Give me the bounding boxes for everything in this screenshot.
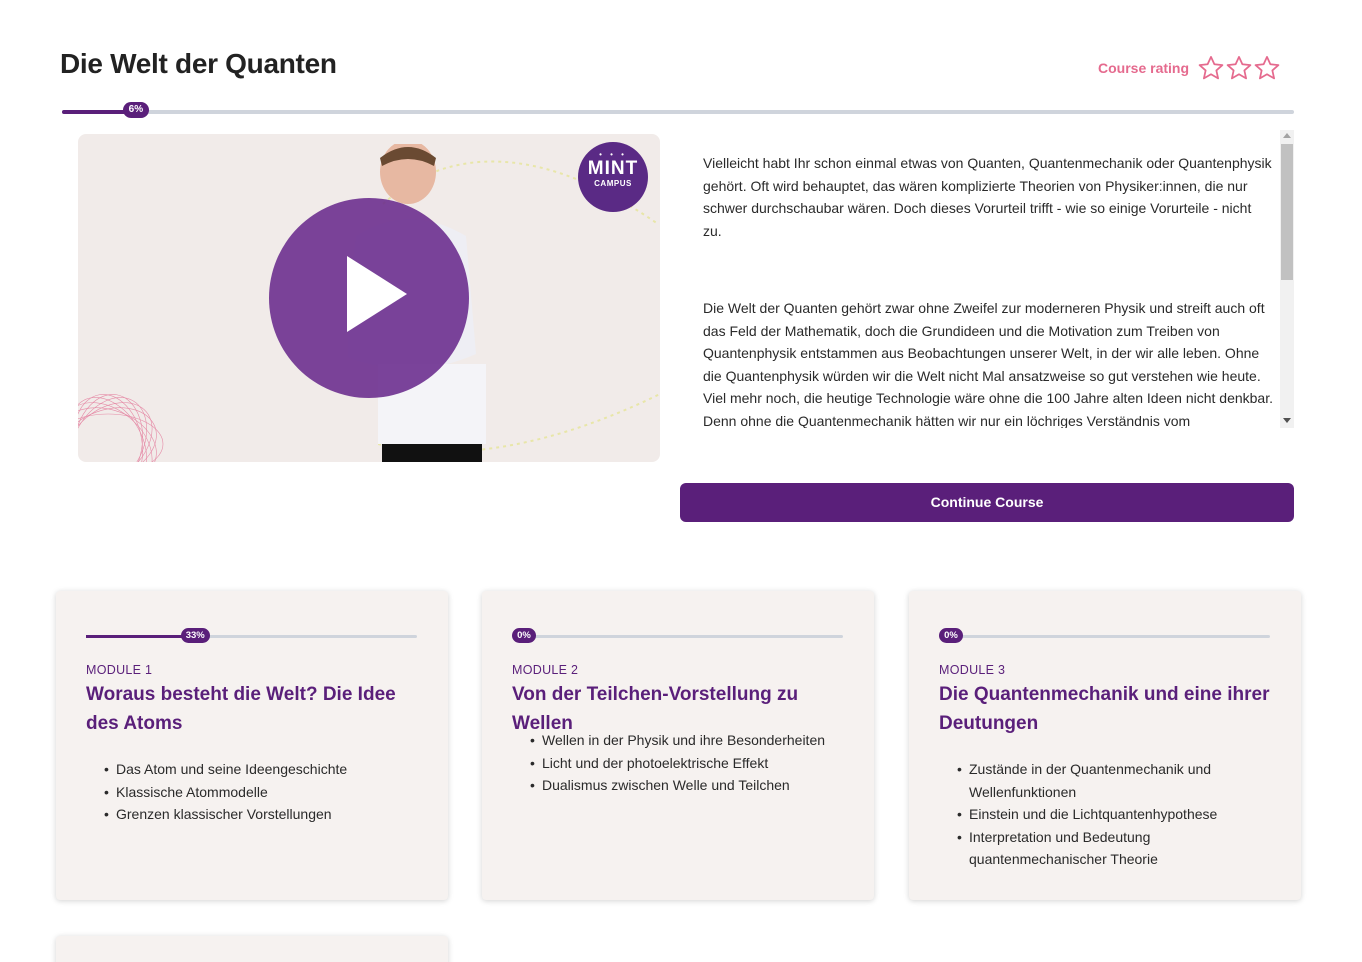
- course-progress-badge: 6%: [122, 102, 149, 118]
- course-rating: Course rating: [1098, 54, 1281, 82]
- scrollbar-thumb[interactable]: [1281, 144, 1293, 280]
- play-icon: [347, 256, 407, 332]
- course-description[interactable]: Vielleicht habt Ihr schon einmal etwas v…: [688, 130, 1294, 428]
- list-item: Interpretation und Bedeutung quantenmech…: [957, 826, 1267, 871]
- list-item: Dualismus zwischen Welle und Teilchen: [530, 774, 840, 797]
- description-paragraph-1: Vielleicht habt Ihr schon einmal etwas v…: [703, 155, 1272, 239]
- module-progress-badge: 0%: [512, 628, 536, 643]
- module-card-3[interactable]: 0% MODULE 3 Die Quantenmechanik und eine…: [909, 591, 1301, 900]
- course-title: Die Welt der Quanten: [60, 48, 337, 79]
- module-progress-bar: 0%: [939, 628, 1270, 643]
- course-progress-bar: 6%: [62, 102, 1294, 118]
- course-rating-label: Course rating: [1098, 60, 1190, 76]
- star-icon-3[interactable]: [1253, 54, 1281, 82]
- course-video[interactable]: • • • MINT CAMPUS: [78, 134, 660, 462]
- module-card-1[interactable]: 33% MODULE 1 Woraus besteht die Welt? Di…: [56, 591, 448, 900]
- description-paragraph-2: Die Welt der Quanten gehört zwar ohne Zw…: [703, 300, 1274, 428]
- star-icon-1[interactable]: [1197, 54, 1225, 82]
- module-title[interactable]: Woraus besteht die Welt? Die Idee des At…: [86, 680, 421, 738]
- module-title[interactable]: Die Quantenmechanik und eine ihrer Deutu…: [939, 680, 1274, 738]
- continue-course-button[interactable]: Continue Course: [680, 483, 1294, 522]
- scroll-down-icon[interactable]: [1283, 418, 1291, 423]
- module-progress-bar: 0%: [512, 628, 843, 643]
- module-topic-list: Zustände in der Quantenmechanik und Well…: [957, 758, 1267, 871]
- list-item: Klassische Atommodelle: [104, 781, 414, 804]
- mint-campus-logo: • • • MINT CAMPUS: [578, 142, 648, 212]
- module-progress-bar: 33%: [86, 628, 417, 643]
- logo-mint-text: MINT: [587, 158, 639, 179]
- module-card-2[interactable]: 0% MODULE 2 Von der Teilchen-Vorstellung…: [482, 591, 874, 900]
- module-topic-list: Wellen in der Physik und ihre Besonderhe…: [530, 729, 840, 797]
- module-progress-fill: [86, 635, 196, 638]
- module-topic-list: Das Atom und seine Ideengeschichte Klass…: [104, 758, 414, 826]
- module-progress-badge: 33%: [180, 628, 210, 643]
- list-item: Wellen in der Physik und ihre Besonderhe…: [530, 729, 840, 752]
- list-item: Einstein und die Lichtquantenhypothese: [957, 803, 1267, 826]
- star-icon-2[interactable]: [1225, 54, 1253, 82]
- module-label: MODULE 1: [86, 663, 153, 677]
- module-label: MODULE 3: [939, 663, 1006, 677]
- module-label: MODULE 2: [512, 663, 579, 677]
- module-progress-badge: 0%: [939, 628, 963, 643]
- scroll-up-icon[interactable]: [1283, 133, 1291, 138]
- spirograph-decoration: [78, 394, 164, 462]
- description-scrollbar[interactable]: [1280, 130, 1294, 428]
- list-item: Das Atom und seine Ideengeschichte: [104, 758, 414, 781]
- play-button[interactable]: [269, 198, 469, 398]
- list-item: Zustände in der Quantenmechanik und Well…: [957, 758, 1267, 803]
- list-item: Grenzen klassischer Vorstellungen: [104, 803, 414, 826]
- module-card-4[interactable]: [56, 936, 448, 962]
- list-item: Licht und der photoelektrische Effekt: [530, 752, 840, 775]
- logo-campus-text: CAMPUS: [594, 179, 632, 188]
